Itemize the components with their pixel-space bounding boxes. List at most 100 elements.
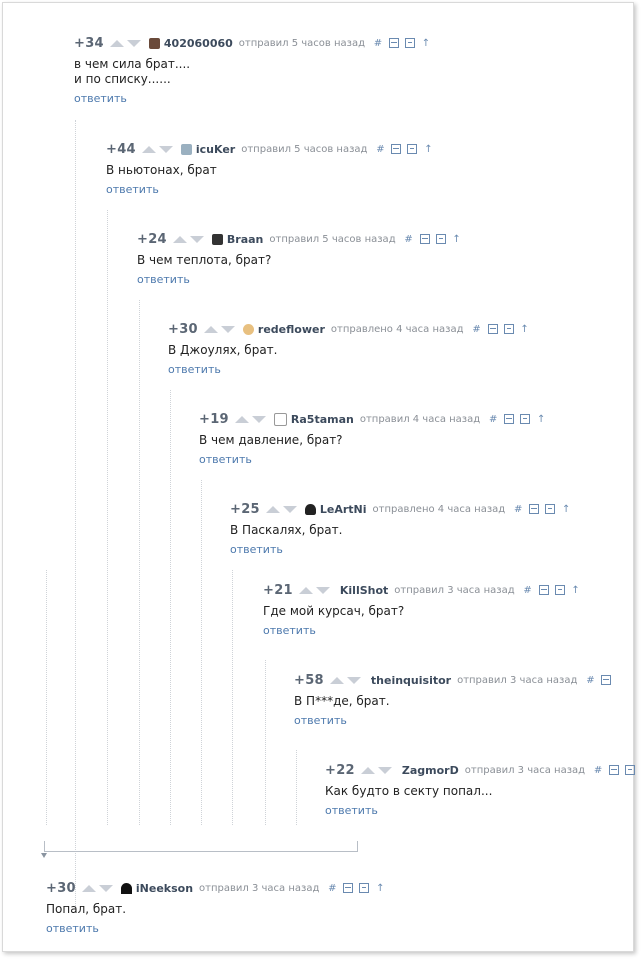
avatar[interactable] [242,323,254,335]
author-link[interactable]: KillShot [340,584,388,597]
arrow-up-icon[interactable]: ↑ [375,883,385,894]
comment: +30 redeflower отправлено 4 часа назад #… [168,321,530,377]
comment: +22 ZagmorD отправил 3 часа назад # Как … [325,762,636,818]
author-link[interactable]: Ra5taman [291,413,354,426]
collapse-icon[interactable] [538,585,549,595]
upvote-icon[interactable] [360,766,375,774]
arrow-up-icon[interactable]: ↑ [452,234,462,245]
rating: +30 [46,880,76,896]
comment: +24 Braan отправил 5 часов назад # ↑ В ч… [137,231,462,287]
comment-text: В ньютонах, брат [106,163,217,177]
reply-link[interactable]: ответить [294,714,347,727]
thread-line [107,210,108,825]
author-link[interactable]: LeArtNi [320,503,367,516]
timestamp: отправил 3 часа назад [457,674,578,686]
reply-link[interactable]: ответить [137,273,190,286]
upvote-icon[interactable] [203,325,218,333]
reply-link[interactable]: ответить [230,543,283,556]
downvote-icon[interactable] [346,676,361,684]
upvote-icon[interactable] [329,676,344,684]
hash-icon[interactable]: # [488,414,498,425]
save-icon[interactable] [625,765,636,775]
rating: +30 [168,321,198,337]
downvote-icon[interactable] [220,325,235,333]
upvote-icon[interactable] [141,145,156,153]
collapse-icon[interactable] [487,324,498,334]
author-link[interactable]: Braan [227,233,264,246]
reply-link[interactable]: ответить [46,922,99,935]
collapse-icon[interactable] [609,765,620,775]
collapse-icon[interactable] [389,38,399,48]
hash-icon[interactable]: # [523,585,533,596]
avatar[interactable] [304,503,316,515]
comment: +21 KillShot отправил 3 часа назад # ↑ Г… [263,582,581,638]
arrow-up-icon[interactable]: ↑ [536,414,546,425]
save-icon[interactable] [554,585,565,595]
rating: +24 [137,231,167,247]
save-icon[interactable] [503,324,514,334]
downvote-icon[interactable] [251,415,266,423]
thread-line [265,660,266,825]
collapse-icon[interactable] [343,883,354,893]
downvote-icon[interactable] [98,884,113,892]
collapse-icon[interactable] [419,234,430,244]
avatar[interactable] [211,233,223,245]
arrow-up-icon[interactable]: ↑ [520,324,530,335]
arrow-up-icon[interactable]: ↑ [423,144,433,155]
save-icon[interactable] [520,414,531,424]
hash-icon[interactable]: # [327,883,337,894]
thread-line [296,750,297,825]
downvote-icon[interactable] [315,586,330,594]
author-link[interactable]: 402060060 [164,37,233,50]
hash-icon[interactable]: # [585,675,595,686]
upvote-icon[interactable] [265,505,280,513]
author-link[interactable]: theinquisitor [371,674,451,687]
author-link[interactable]: ZagmorD [402,764,459,777]
avatar[interactable] [273,412,287,426]
save-icon[interactable] [359,883,370,893]
downvote-icon[interactable] [126,39,141,47]
collapse-icon[interactable] [529,504,540,514]
hash-icon[interactable]: # [513,504,523,515]
timestamp: отправил 5 часов назад [241,143,368,155]
arrow-up-icon[interactable]: ↑ [561,504,571,515]
downvote-icon[interactable] [282,505,297,513]
avatar[interactable] [120,882,132,894]
upvote-icon[interactable] [298,586,313,594]
author-link[interactable]: iNeekson [136,882,193,895]
collapse-icon[interactable] [391,144,402,154]
downvote-icon[interactable] [158,145,173,153]
author-link[interactable]: icuKer [196,143,235,156]
downvote-icon[interactable] [377,766,392,774]
upvote-icon[interactable] [81,884,96,892]
reply-link[interactable]: ответить [74,92,127,105]
reply-link[interactable]: ответить [263,624,316,637]
rating: +25 [230,501,260,517]
hash-icon[interactable]: # [593,765,603,776]
reply-link[interactable]: ответить [106,183,159,196]
arrow-up-icon[interactable]: ↑ [421,38,431,49]
author-link[interactable]: redeflower [258,323,325,336]
reply-link[interactable]: ответить [168,363,221,376]
collapse-icon[interactable] [601,675,612,685]
avatar[interactable] [180,143,192,155]
reply-link[interactable]: ответить [325,804,378,817]
hash-icon[interactable]: # [472,324,482,335]
downvote-icon[interactable] [189,235,204,243]
collapse-icon[interactable] [504,414,515,424]
upvote-icon[interactable] [234,415,249,423]
save-icon[interactable] [435,234,446,244]
upvote-icon[interactable] [172,235,187,243]
save-icon[interactable] [405,38,415,48]
upvote-icon[interactable] [109,39,124,47]
timestamp: отправил 3 часа назад [464,764,586,776]
hash-icon[interactable]: # [404,234,414,245]
arrow-up-icon[interactable]: ↑ [571,585,581,596]
reply-link[interactable]: ответить [199,453,252,466]
save-icon[interactable] [407,144,418,154]
comment-text: Как будто в секту попал... [325,784,493,798]
save-icon[interactable] [545,504,556,514]
avatar[interactable] [148,37,160,49]
hash-icon[interactable]: # [375,144,385,155]
hash-icon[interactable]: # [373,38,383,49]
